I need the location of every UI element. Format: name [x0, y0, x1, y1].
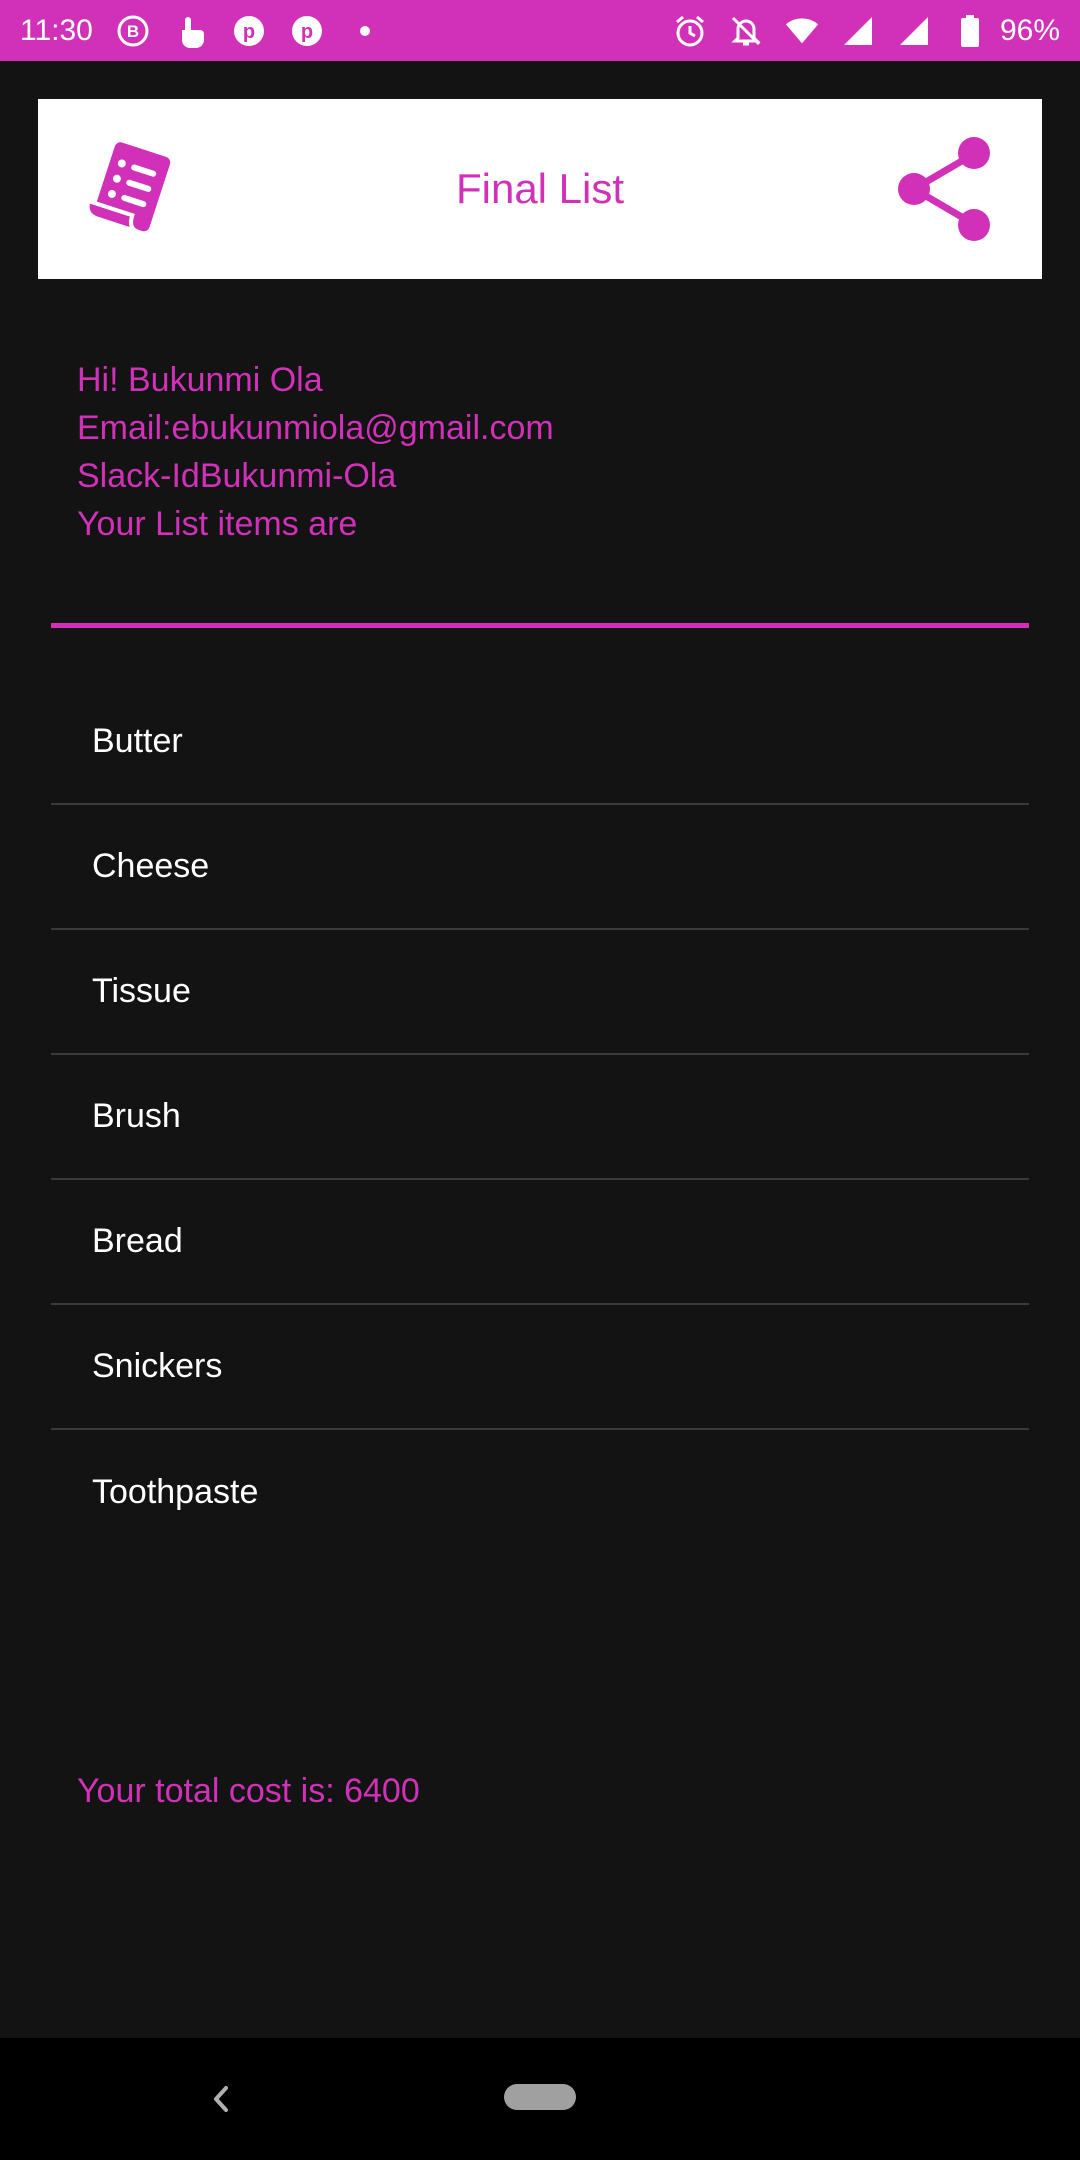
alarm-icon	[672, 13, 708, 49]
items-list: Butter Cheese Tissue Brush Bread Snicker…	[51, 680, 1029, 1555]
notifications-off-icon	[728, 13, 764, 49]
signal-icon	[896, 13, 932, 49]
pinterest-icon: p	[231, 13, 267, 49]
status-time: 11:30	[20, 13, 93, 47]
battery-icon	[952, 13, 988, 49]
back-button[interactable]	[200, 2074, 240, 2124]
email-text: Email:ebukunmiola@gmail.com	[77, 409, 554, 447]
home-button[interactable]	[504, 2084, 576, 2110]
accent-divider	[51, 623, 1029, 628]
share-icon	[898, 137, 990, 241]
list-item[interactable]: Tissue	[51, 930, 1029, 1055]
slack-id-text: Slack-IdBukunmi-Ola	[77, 457, 397, 495]
list-item[interactable]: Butter	[51, 680, 1029, 805]
list-item[interactable]: Brush	[51, 1055, 1029, 1180]
list-item[interactable]: Cheese	[51, 805, 1029, 930]
greeting-text: Hi! Bukunmi Ola	[77, 361, 323, 399]
navigation-bar	[0, 2038, 1080, 2160]
app-bar: Final List	[38, 99, 1042, 279]
share-button[interactable]	[894, 135, 1004, 245]
wifi-icon	[784, 13, 820, 49]
user-info: Hi! Bukunmi Ola Email:ebukunmiola@gmail.…	[77, 356, 554, 548]
chevron-left-icon	[214, 2086, 228, 2112]
battery-percentage: 96%	[999, 13, 1060, 47]
list-item[interactable]: Snickers	[51, 1305, 1029, 1430]
pinterest-icon: p	[289, 13, 325, 49]
dot-icon	[347, 13, 383, 49]
status-right: 96%	[672, 13, 1060, 49]
receipt-list-icon	[74, 135, 184, 245]
status-left: 11:30 B p p	[20, 13, 383, 49]
svg-text:B: B	[127, 22, 139, 41]
page-title: Final List	[455, 165, 625, 212]
list-item[interactable]: Toothpaste	[51, 1430, 1029, 1555]
list-item[interactable]: Bread	[51, 1180, 1029, 1305]
svg-text:p: p	[301, 21, 313, 43]
total-cost-text: Your total cost is: 6400	[77, 1772, 420, 1810]
touch-hand-icon	[173, 13, 209, 49]
list-intro-text: Your List items are	[77, 505, 358, 543]
signal-icon	[840, 13, 876, 49]
svg-text:p: p	[243, 21, 255, 43]
b-circle-icon: B	[115, 13, 151, 49]
status-bar: 11:30 B p p 96%	[0, 0, 1080, 61]
